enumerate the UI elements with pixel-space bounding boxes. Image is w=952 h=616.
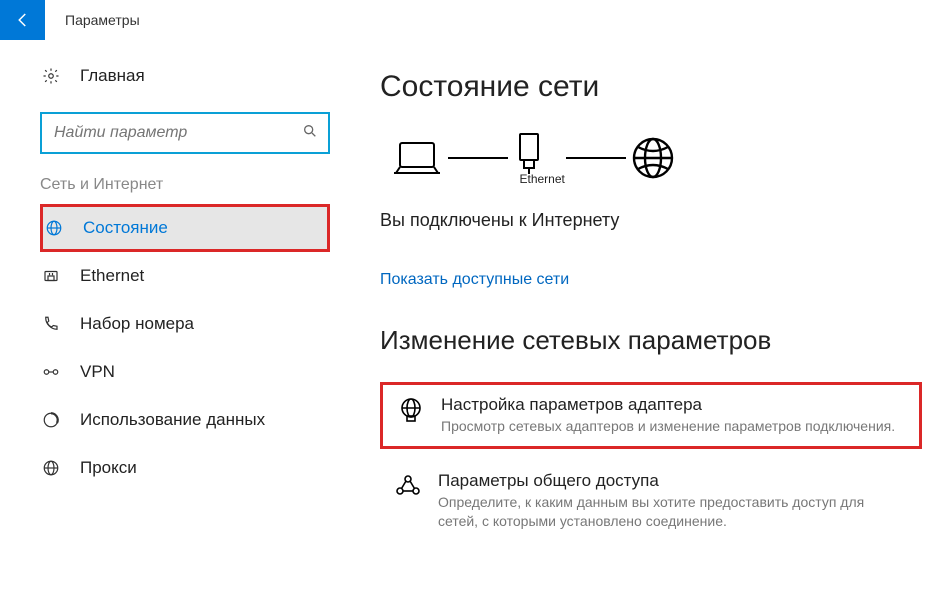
adapter-icon	[397, 395, 425, 436]
globe-large-icon	[630, 135, 676, 181]
option-adapter-settings[interactable]: Настройка параметров адаптера Просмотр с…	[380, 382, 922, 449]
sidebar-item-dialup[interactable]: Набор номера	[40, 300, 330, 348]
network-diagram: Ethernet	[390, 130, 922, 186]
sidebar: Главная Сеть и Интернет Состояние Ethern…	[0, 40, 370, 616]
laptop-icon	[390, 137, 444, 179]
option-title: Настройка параметров адаптера	[441, 395, 895, 415]
titlebar: Параметры	[0, 0, 952, 40]
section-subheading: Изменение сетевых параметров	[380, 325, 922, 356]
option-title: Параметры общего доступа	[438, 471, 908, 491]
connection-line	[448, 157, 508, 159]
ethernet-label: Ethernet	[517, 172, 567, 186]
vpn-icon	[40, 363, 62, 381]
sharing-icon	[394, 471, 422, 531]
router-icon	[512, 130, 546, 174]
home-label: Главная	[80, 66, 145, 86]
content-area: Состояние сети Ethernet Вы подключены к …	[370, 40, 952, 616]
sidebar-item-proxy[interactable]: Прокси	[40, 444, 330, 492]
show-networks-link[interactable]: Показать доступные сети	[380, 271, 569, 289]
sidebar-item-label: Набор номера	[80, 314, 194, 334]
sidebar-item-label: Использование данных	[80, 410, 265, 430]
sidebar-item-label: Прокси	[80, 458, 137, 478]
phone-icon	[40, 315, 62, 333]
connection-line	[566, 157, 626, 159]
data-usage-icon	[40, 411, 62, 429]
sidebar-item-vpn[interactable]: VPN	[40, 348, 330, 396]
option-description: Просмотр сетевых адаптеров и изменение п…	[441, 417, 895, 436]
window-title: Параметры	[65, 12, 140, 28]
option-sharing-settings[interactable]: Параметры общего доступа Определите, к к…	[380, 461, 922, 541]
arrow-left-icon	[14, 11, 32, 29]
globe-icon	[40, 459, 62, 477]
page-heading: Состояние сети	[380, 70, 922, 104]
sidebar-item-datausage[interactable]: Использование данных	[40, 396, 330, 444]
sidebar-item-ethernet[interactable]: Ethernet	[40, 252, 330, 300]
back-button[interactable]	[0, 0, 45, 40]
search-box[interactable]	[40, 112, 330, 154]
connection-status-text: Вы подключены к Интернету	[380, 210, 922, 231]
sidebar-item-label: VPN	[80, 362, 115, 382]
search-icon	[302, 123, 318, 144]
globe-icon	[43, 219, 65, 237]
sidebar-item-label: Ethernet	[80, 266, 144, 286]
sidebar-home[interactable]: Главная	[40, 58, 330, 94]
search-input[interactable]	[54, 124, 302, 142]
gear-icon	[40, 67, 62, 85]
option-description: Определите, к каким данным вы хотите пре…	[438, 493, 908, 531]
ethernet-icon	[40, 267, 62, 285]
sidebar-item-label: Состояние	[83, 218, 168, 238]
sidebar-item-status[interactable]: Состояние	[40, 204, 330, 252]
sidebar-group-label: Сеть и Интернет	[40, 176, 330, 194]
